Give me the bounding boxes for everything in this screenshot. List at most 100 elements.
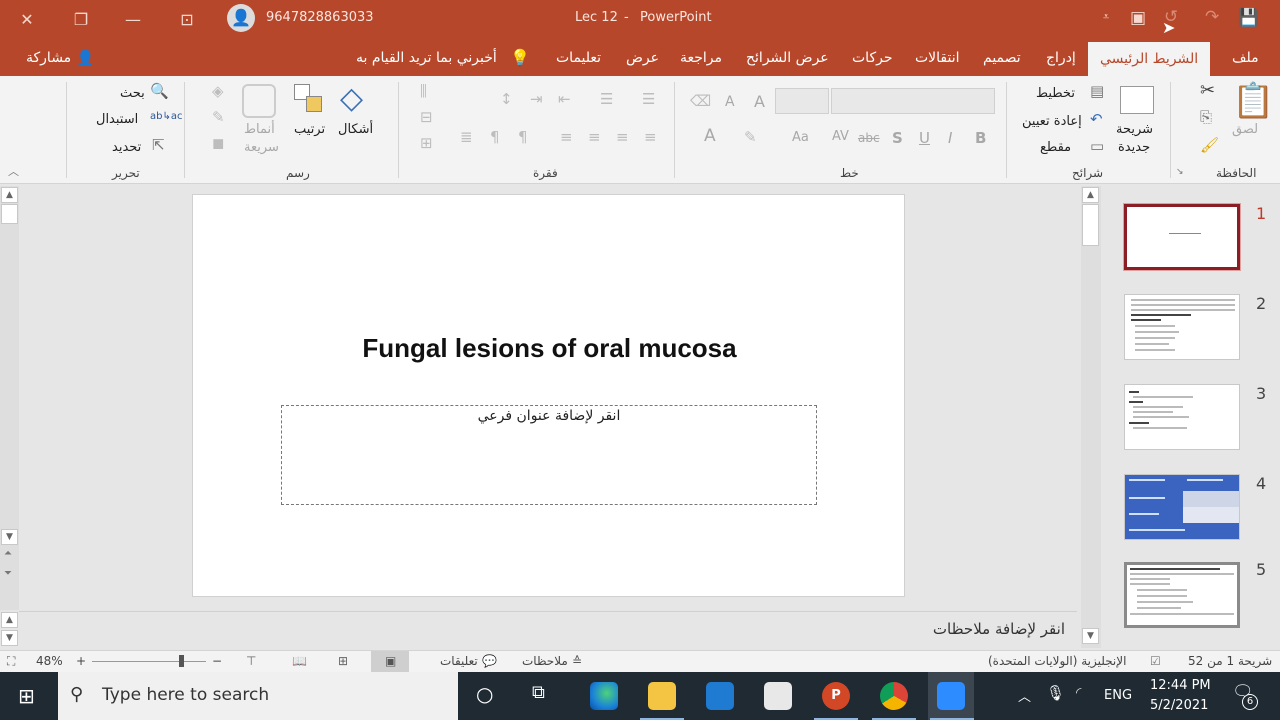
tab-design[interactable]: تصميم: [983, 38, 1021, 76]
slide-thumbnail[interactable]: [1123, 203, 1241, 271]
restore-icon[interactable]: ❐: [58, 0, 104, 38]
slideshow-view-icon[interactable]: ⊤: [246, 654, 256, 668]
ribbon-display-options-icon[interactable]: ⊡: [164, 0, 210, 38]
tab-file[interactable]: ملف: [1232, 38, 1259, 76]
thumb-scroll-down-icon[interactable]: ▼: [1082, 628, 1099, 644]
zoom-app-button[interactable]: [928, 672, 974, 720]
scroll-up-icon[interactable]: ▲: [1, 187, 18, 203]
char-spacing-button[interactable]: AV: [832, 129, 849, 144]
tab-slideshow[interactable]: عرض الشرائح: [746, 38, 829, 76]
find-icon[interactable]: 🔍: [150, 84, 169, 99]
normal-view-button[interactable]: ▣: [371, 651, 409, 672]
thumb-scroll-thumb[interactable]: [1082, 204, 1099, 246]
smartart-icon[interactable]: ⊞: [420, 136, 433, 151]
file-explorer-icon[interactable]: [648, 682, 676, 710]
cortana-icon[interactable]: ○: [476, 682, 493, 706]
quick-styles-label-2[interactable]: سريعة: [244, 140, 279, 155]
zoom-level[interactable]: 48%: [36, 654, 63, 668]
clock-time[interactable]: 12:44 PM: [1150, 678, 1211, 693]
slide-canvas[interactable]: Fungal lesions of oral mucosa انقر لإضاف…: [192, 194, 905, 597]
present-from-start-icon[interactable]: ▣: [1130, 8, 1146, 28]
slide-title[interactable]: Fungal lesions of oral mucosa: [193, 333, 906, 364]
powerpoint-icon[interactable]: P: [822, 682, 850, 710]
spelling-check-icon[interactable]: ☑: [1150, 654, 1161, 668]
bold-button[interactable]: B: [975, 129, 986, 147]
justify-icon[interactable]: ≡: [560, 130, 573, 145]
new-slide-label-1[interactable]: شريحة: [1116, 122, 1153, 137]
previous-slide-icon[interactable]: ⏶: [4, 548, 12, 559]
customize-qat-icon[interactable]: ⩡: [1103, 10, 1109, 24]
columns-icon[interactable]: ≣: [460, 130, 473, 145]
align-center-icon[interactable]: ≡: [616, 130, 629, 145]
decrease-indent-icon[interactable]: ⇤: [558, 92, 571, 107]
scroll-thumb[interactable]: [1, 204, 18, 224]
taskbar-search-box[interactable]: ⚲ Type here to search: [58, 672, 458, 720]
shapes-button[interactable]: أشكال: [338, 122, 373, 137]
quick-styles-label-1[interactable]: أنماط: [244, 122, 275, 137]
strikethrough-button[interactable]: abc: [858, 131, 880, 145]
scroll-down-icon[interactable]: ▼: [1, 529, 18, 545]
italic-button[interactable]: I: [948, 129, 952, 147]
replace-button[interactable]: استبدال: [96, 112, 138, 127]
section-button[interactable]: مقطع: [1040, 140, 1071, 155]
fit-to-window-icon[interactable]: ⛶: [7, 654, 15, 669]
slide-thumbnail[interactable]: [1124, 384, 1240, 450]
input-language[interactable]: ENG: [1104, 688, 1132, 703]
align-left-icon[interactable]: ≡: [644, 130, 657, 145]
clipboard-launcher-icon[interactable]: ↘: [1176, 168, 1184, 177]
select-button[interactable]: تحديد: [112, 140, 141, 155]
zoom-slider-thumb[interactable]: [179, 655, 184, 667]
thumb-scroll-up-icon[interactable]: ▲: [1082, 187, 1099, 203]
shape-fill-icon[interactable]: ◈: [212, 84, 224, 99]
paste-button[interactable]: لصق: [1232, 122, 1258, 137]
notes-scroll-up-icon[interactable]: ▲: [1, 612, 18, 628]
notes-pane[interactable]: انقر لإضافة ملاحظات ▲ ▼: [1, 611, 1077, 649]
zoom-out-button[interactable]: −: [212, 654, 222, 668]
save-icon[interactable]: 💾: [1238, 8, 1259, 28]
account-name[interactable]: 9647828863033: [266, 10, 374, 25]
tab-transitions[interactable]: انتقالات: [915, 38, 960, 76]
increase-indent-icon[interactable]: ⇥: [530, 92, 543, 107]
change-case-button[interactable]: Aa: [792, 130, 809, 145]
comments-button[interactable]: تعليقات: [440, 654, 478, 668]
store-icon[interactable]: [764, 682, 792, 710]
layout-icon[interactable]: ▤: [1090, 84, 1104, 99]
layout-button[interactable]: تخطيط: [1036, 86, 1075, 101]
comments-icon[interactable]: 💬: [482, 654, 497, 668]
tell-me-search[interactable]: أخبرني بما تريد القيام به: [356, 38, 497, 76]
slide-vertical-scrollbar[interactable]: ▲ ▼ ⏶ ⏷: [0, 186, 19, 610]
minimize-icon[interactable]: —: [110, 0, 156, 38]
shapes-icon[interactable]: ◇: [340, 84, 363, 114]
zoom-slider-track[interactable]: [92, 661, 206, 662]
slide-thumbnail[interactable]: [1124, 474, 1240, 540]
close-icon[interactable]: ✕: [4, 0, 50, 38]
highlight-icon[interactable]: ✎: [744, 130, 757, 145]
copy-icon[interactable]: ⎘: [1200, 110, 1212, 125]
align-text-icon[interactable]: ⊟: [420, 110, 433, 125]
underline-button[interactable]: U: [919, 129, 930, 147]
font-size-box[interactable]: [775, 88, 829, 114]
show-hidden-icons-icon[interactable]: ︿: [1018, 686, 1031, 705]
shadow-button[interactable]: S: [892, 129, 903, 147]
select-cursor-icon[interactable]: ⇱: [152, 138, 165, 153]
replace-icon[interactable]: ab↳ac: [150, 112, 182, 122]
tab-view[interactable]: عرض: [626, 38, 659, 76]
quick-styles-icon[interactable]: [242, 84, 276, 118]
slide-thumbnail[interactable]: [1124, 294, 1240, 360]
line-spacing-icon[interactable]: ↕: [500, 92, 513, 107]
redo-icon[interactable]: ↷: [1205, 7, 1219, 27]
ltr-icon[interactable]: ¶: [490, 130, 500, 145]
language-status[interactable]: الإنجليزية (الولايات المتحدة): [988, 654, 1126, 668]
cut-icon[interactable]: ✂: [1200, 82, 1215, 100]
reset-button[interactable]: إعادة تعيين: [1022, 114, 1082, 129]
section-icon[interactable]: ▭: [1090, 139, 1104, 154]
find-button[interactable]: بحث: [120, 86, 145, 101]
clock-date[interactable]: 5/2/2021: [1150, 698, 1208, 713]
notes-scroll-down-icon[interactable]: ▼: [1, 630, 18, 646]
windows-start-icon[interactable]: ⊞: [18, 684, 35, 708]
clear-formatting-icon[interactable]: ⌫: [690, 94, 711, 109]
font-name-box[interactable]: [831, 88, 995, 114]
slide-sorter-icon[interactable]: ⊞: [338, 654, 348, 668]
share-button[interactable]: مشاركة: [26, 38, 71, 76]
shape-outline-icon[interactable]: ✎: [212, 110, 225, 125]
